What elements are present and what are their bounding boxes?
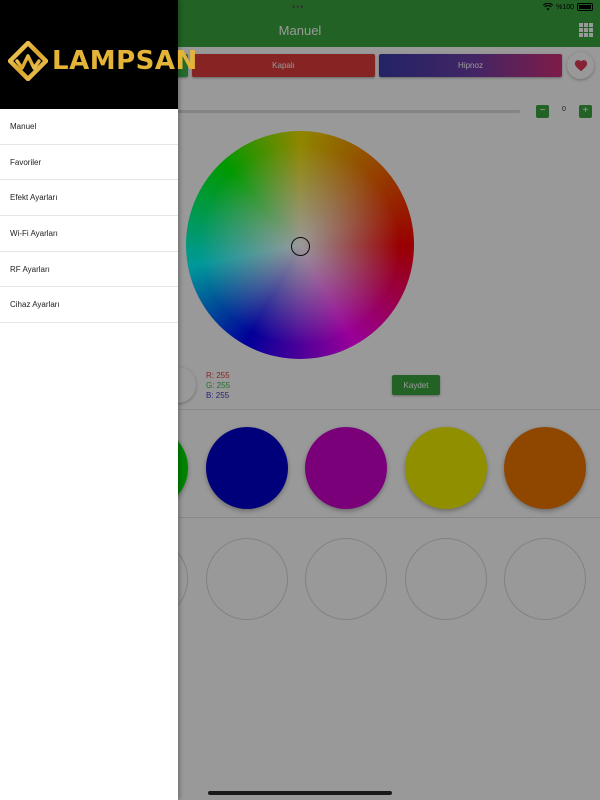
battery-icon bbox=[577, 3, 593, 11]
drawer-item-favoriler[interactable]: Favoriler bbox=[0, 145, 178, 181]
home-indicator[interactable] bbox=[208, 791, 392, 795]
status-time: ÖS 4:34 20 Mayıs Cmt bbox=[7, 3, 82, 10]
status-clock: ÖS 4:34 bbox=[7, 3, 33, 10]
battery-percent: %100 bbox=[556, 3, 574, 11]
drawer-item-efekt-ayarlari[interactable]: Efekt Ayarları bbox=[0, 180, 178, 217]
drawer-item-wifi-ayarlari[interactable]: Wi-Fi Ayarları bbox=[0, 216, 178, 252]
lampsan-logo-icon bbox=[8, 41, 48, 81]
drawer-menu: Manuel Favoriler Efekt Ayarları Wi-Fi Ay… bbox=[0, 109, 178, 324]
drawer-header: LAMPSAN bbox=[0, 0, 197, 109]
drawer-item-cihaz-ayarlari[interactable]: Cihaz Ayarları bbox=[0, 287, 178, 324]
status-date: 20 Mayıs Cmt bbox=[38, 3, 82, 10]
navigation-drawer: LAMPSAN Manuel Favoriler Efekt Ayarları … bbox=[0, 0, 197, 800]
brand-name: LAMPSAN bbox=[52, 46, 198, 76]
wifi-icon bbox=[543, 3, 554, 11]
status-indicators: %100 bbox=[543, 3, 593, 11]
multitasking-dots[interactable]: ••• bbox=[292, 2, 304, 12]
drawer-item-rf-ayarlari[interactable]: RF Ayarları bbox=[0, 252, 178, 288]
drawer-item-manuel[interactable]: Manuel bbox=[0, 109, 178, 145]
